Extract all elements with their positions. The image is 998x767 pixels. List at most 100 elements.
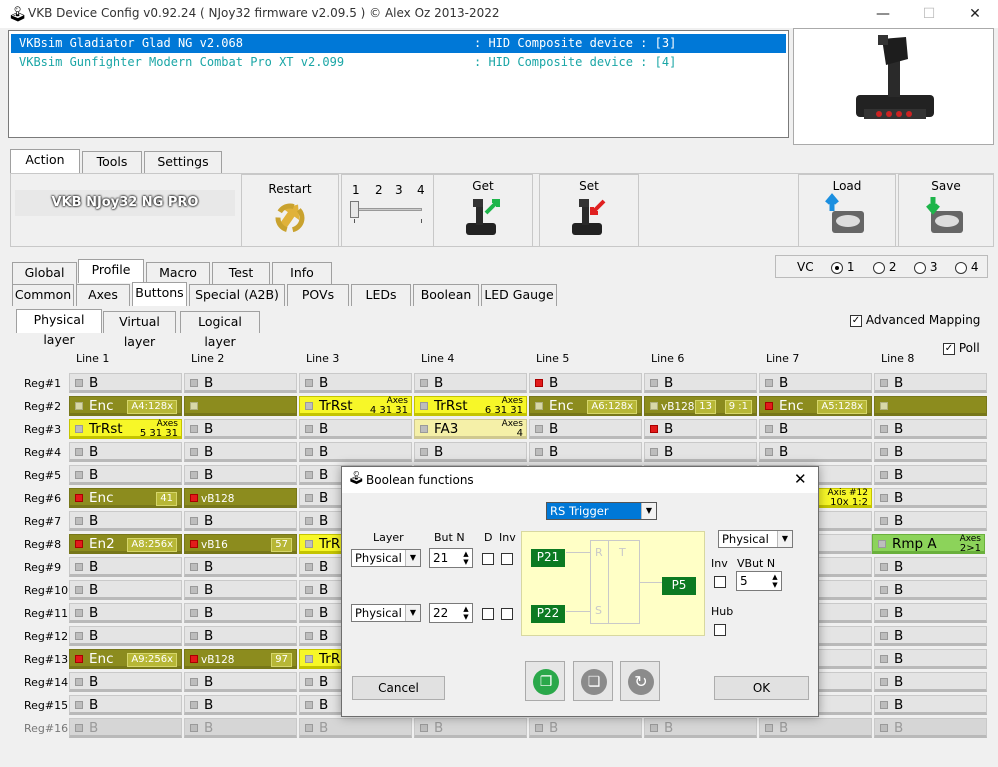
button-cell[interactable]: B: [184, 718, 297, 738]
subtab-common[interactable]: Common: [12, 284, 74, 306]
button-cell[interactable]: B: [414, 373, 527, 393]
button-cell[interactable]: B: [69, 695, 182, 715]
tab-test[interactable]: Test: [212, 262, 270, 284]
vc-radio-3[interactable]: [914, 261, 926, 274]
hub-checkbox[interactable]: [714, 624, 726, 636]
button-cell[interactable]: B: [414, 442, 527, 462]
device-list[interactable]: VKBsim Gladiator Glad NG v2.068: HID Com…: [8, 30, 789, 138]
minimize-button[interactable]: —: [860, 0, 906, 28]
button-cell[interactable]: B: [874, 672, 987, 692]
button-cell[interactable]: B: [69, 373, 182, 393]
vc-radio-2[interactable]: [873, 261, 885, 274]
advanced-mapping-option[interactable]: ✓ Advanced Mapping: [850, 313, 980, 327]
button-cell[interactable]: Enc A4:128x: [69, 396, 182, 416]
poll-option[interactable]: ✓ Poll: [943, 341, 980, 355]
copy-button[interactable]: ❐: [525, 661, 565, 701]
spin-up-icon[interactable]: ▲: [461, 605, 471, 613]
button-cell[interactable]: B: [644, 442, 757, 462]
button-cell[interactable]: B: [184, 672, 297, 692]
tab-global[interactable]: Global: [12, 262, 77, 284]
save-button[interactable]: Save: [898, 174, 994, 247]
subtab-leds[interactable]: LEDs: [351, 284, 411, 306]
button-cell[interactable]: B: [184, 603, 297, 623]
input2-button-spinner[interactable]: 22 ▲ ▼: [429, 603, 473, 623]
vbut-spinner[interactable]: 5 ▲ ▼: [736, 571, 782, 591]
button-cell[interactable]: Rmp A Axes 2>1: [872, 534, 985, 554]
tab-profile[interactable]: Profile: [78, 259, 144, 283]
advanced-mapping-checkbox[interactable]: ✓: [850, 314, 862, 327]
button-cell[interactable]: FA3 Axes 4: [414, 419, 527, 439]
dialog-close-button[interactable]: ✕: [794, 470, 807, 488]
button-cell[interactable]: B: [874, 626, 987, 646]
button-cell[interactable]: B: [874, 488, 987, 508]
vc-option-1[interactable]: 1: [831, 260, 854, 274]
button-cell[interactable]: B: [184, 557, 297, 577]
button-cell[interactable]: B: [69, 442, 182, 462]
vc-option-2[interactable]: 2: [873, 260, 896, 274]
input1-layer-select[interactable]: Physical ▼: [351, 549, 421, 567]
button-cell[interactable]: B: [644, 419, 757, 439]
tab-virtual-layer[interactable]: Virtual layer: [103, 311, 176, 349]
button-cell[interactable]: B: [184, 580, 297, 600]
button-cell[interactable]: B: [69, 718, 182, 738]
button-cell[interactable]: TrRst Axes 6 31 31: [414, 396, 527, 416]
button-cell[interactable]: B: [759, 442, 872, 462]
vc-option-3[interactable]: 3: [914, 260, 937, 274]
subtab-special[interactable]: Special (A2B): [189, 284, 285, 306]
get-button[interactable]: Get: [433, 174, 533, 247]
button-cell[interactable]: B: [874, 557, 987, 577]
input1-d-checkbox[interactable]: [482, 553, 494, 565]
input2-d-checkbox[interactable]: [482, 608, 494, 620]
vc-radio-4[interactable]: [955, 261, 967, 274]
spin-up-icon[interactable]: ▲: [461, 550, 471, 558]
button-cell[interactable]: B: [184, 511, 297, 531]
button-cell[interactable]: Enc A5:128x: [759, 396, 872, 416]
tab-action[interactable]: Action: [10, 149, 80, 173]
button-cell[interactable]: Enc A6:128x: [529, 396, 642, 416]
button-cell[interactable]: B: [529, 419, 642, 439]
button-cell[interactable]: vB128 97: [184, 649, 297, 669]
close-button[interactable]: ✕: [952, 0, 998, 28]
vc-radio-1[interactable]: [831, 261, 843, 274]
function-select[interactable]: RS Trigger ▼: [546, 502, 657, 520]
button-cell[interactable]: B: [529, 373, 642, 393]
cancel-button[interactable]: Cancel: [352, 676, 445, 700]
button-cell[interactable]: B: [69, 511, 182, 531]
spin-down-icon[interactable]: ▼: [770, 581, 780, 589]
tab-settings[interactable]: Settings: [144, 151, 222, 173]
button-cell[interactable]: B: [69, 672, 182, 692]
tab-macro[interactable]: Macro: [146, 262, 210, 284]
button-cell[interactable]: B: [184, 695, 297, 715]
button-cell[interactable]: B: [874, 649, 987, 669]
output-inv-checkbox[interactable]: [714, 576, 726, 588]
button-cell[interactable]: B: [759, 373, 872, 393]
button-cell[interactable]: B: [299, 442, 412, 462]
button-cell[interactable]: B: [414, 718, 527, 738]
button-cell[interactable]: B: [874, 465, 987, 485]
input1-inv-checkbox[interactable]: [501, 553, 513, 565]
button-cell[interactable]: B: [874, 695, 987, 715]
button-cell[interactable]: B: [874, 442, 987, 462]
button-cell[interactable]: [874, 396, 987, 416]
button-cell[interactable]: TrRst Axes 4 31 31: [299, 396, 412, 416]
button-cell[interactable]: B: [69, 580, 182, 600]
button-cell[interactable]: B: [184, 419, 297, 439]
button-cell[interactable]: B: [874, 718, 987, 738]
button-cell[interactable]: B: [69, 626, 182, 646]
subtab-povs[interactable]: POVs: [287, 284, 349, 306]
spin-up-icon[interactable]: ▲: [770, 573, 780, 581]
button-cell[interactable]: Enc A9:256x: [69, 649, 182, 669]
button-cell[interactable]: B: [184, 442, 297, 462]
button-cell[interactable]: B: [759, 419, 872, 439]
set-button[interactable]: Set: [539, 174, 639, 247]
button-cell[interactable]: B: [529, 718, 642, 738]
button-cell[interactable]: B: [644, 373, 757, 393]
subtab-axes[interactable]: Axes: [76, 284, 130, 306]
tab-physical-layer[interactable]: Physical layer: [16, 309, 102, 347]
button-cell[interactable]: vB128: [184, 488, 297, 508]
button-cell[interactable]: B: [874, 511, 987, 531]
load-button[interactable]: Load: [798, 174, 896, 247]
spin-down-icon[interactable]: ▼: [461, 558, 471, 566]
button-cell[interactable]: B: [69, 603, 182, 623]
button-cell[interactable]: vB16 57: [184, 534, 297, 554]
